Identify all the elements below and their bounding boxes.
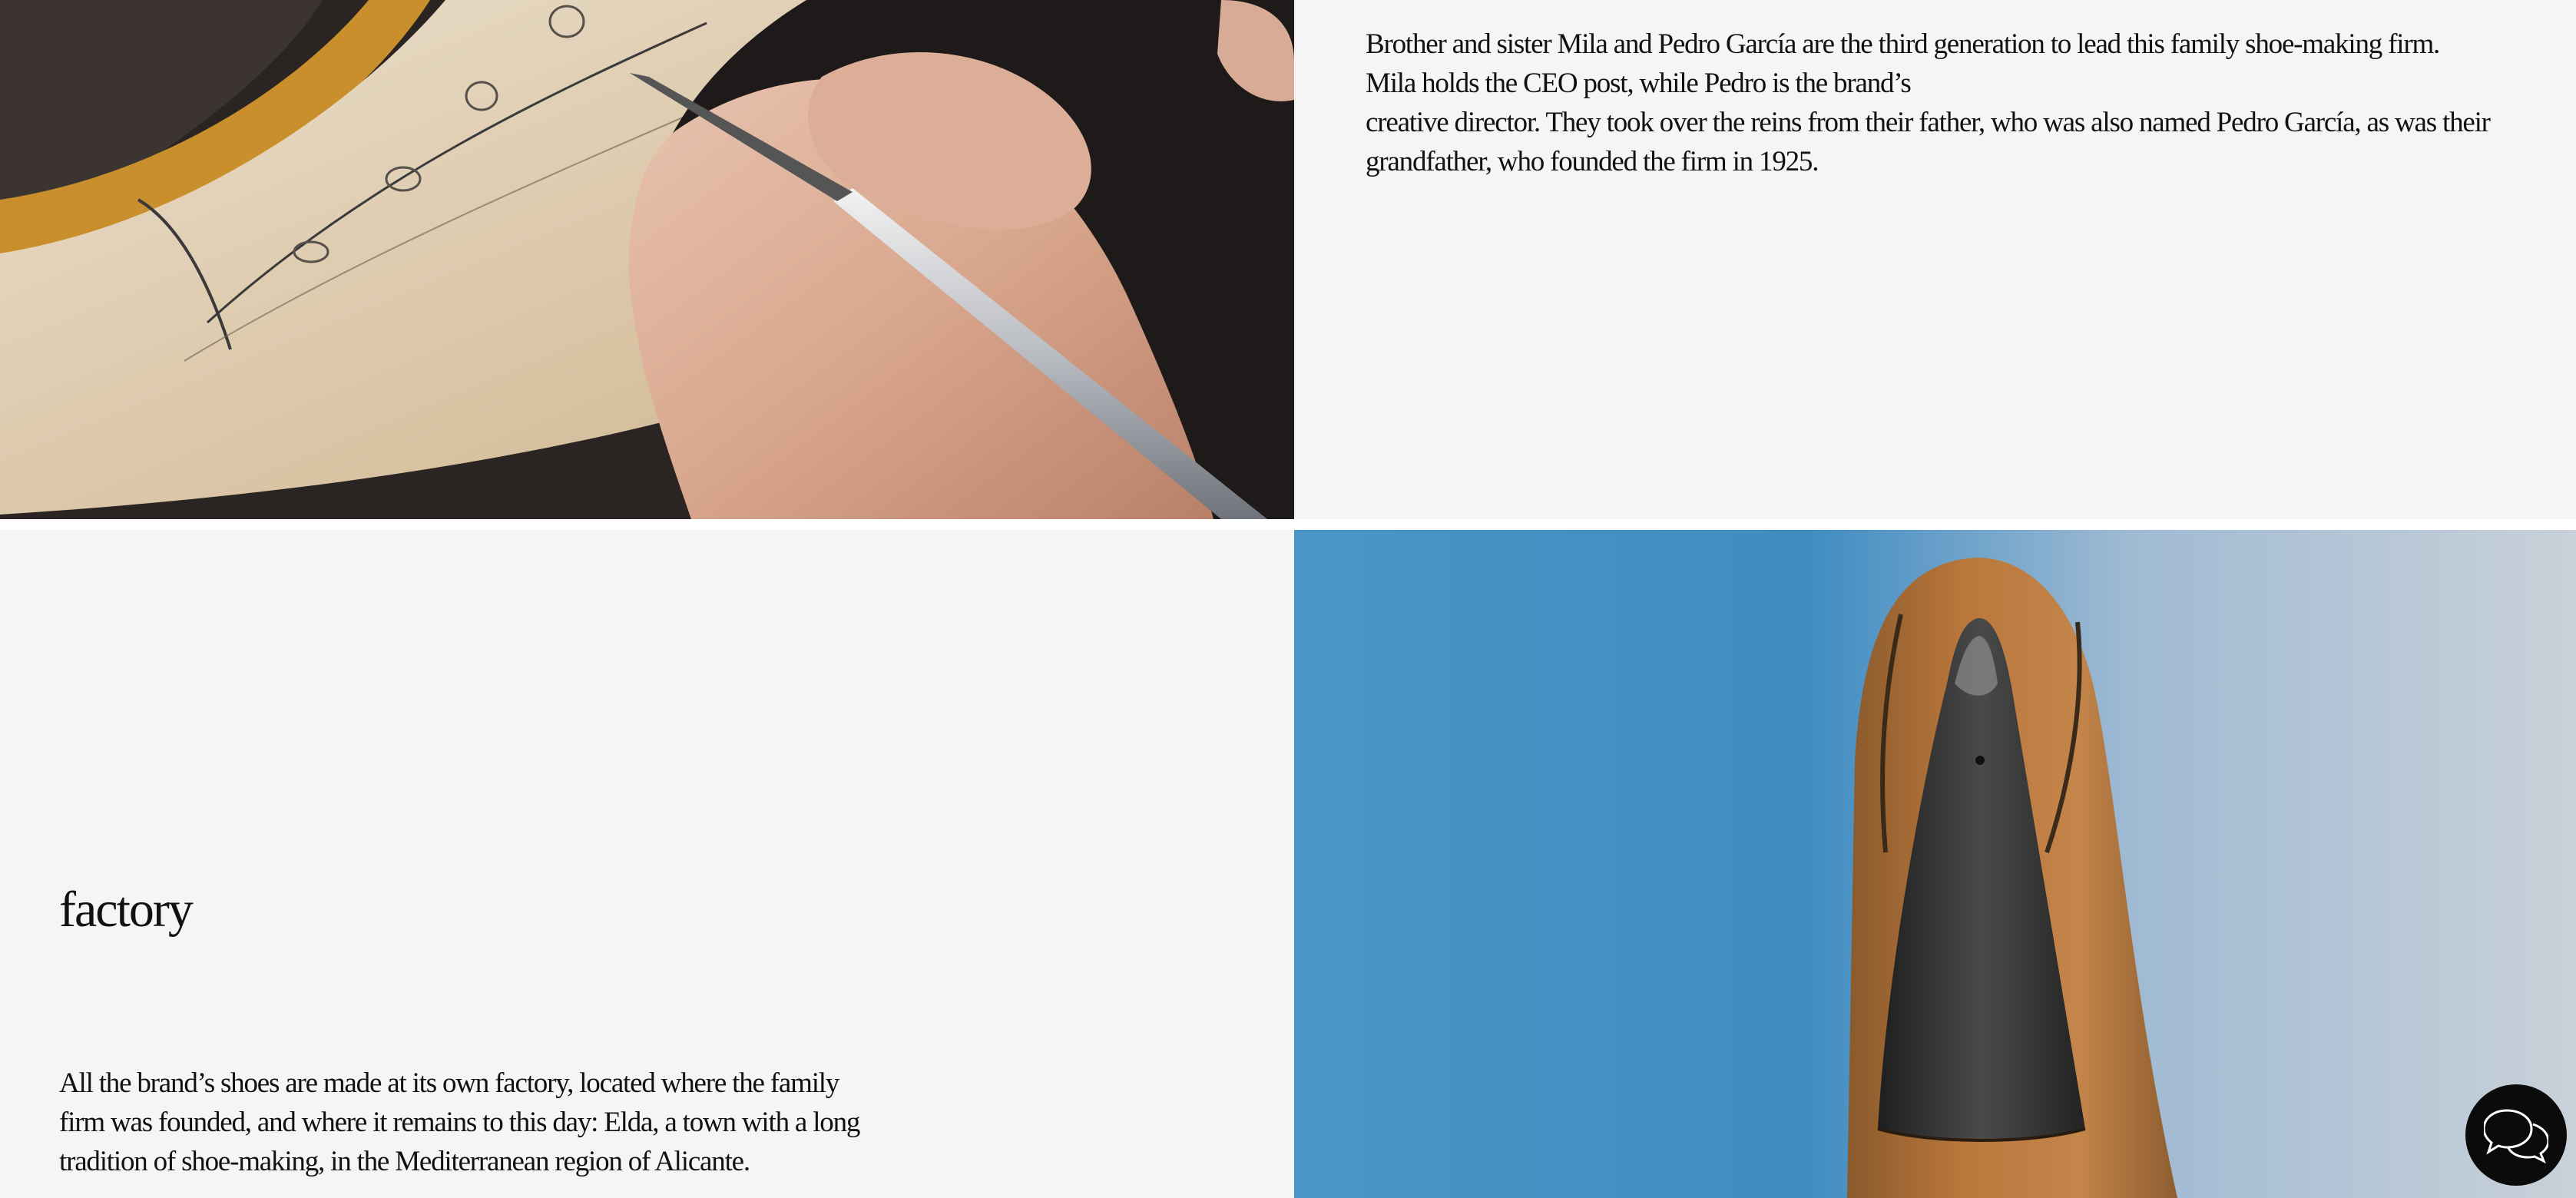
intro-paragraph: Brother and sister Mila and Pedro García… — [1366, 28, 2491, 177]
shoe-last-photo-illustration — [1294, 530, 2576, 1198]
chat-button[interactable] — [2465, 1084, 2567, 1186]
bottom-row: factory All the brand’s shoes are made a… — [0, 530, 2576, 1198]
chat-bubbles-icon — [2484, 1109, 2548, 1164]
intro-text-panel: Brother and sister Mila and Pedro García… — [1294, 0, 2576, 519]
shoe-last-photo — [1294, 530, 2576, 1198]
factory-heading: factory — [59, 882, 194, 938]
factory-paragraph: All the brand’s shoes are made at its ow… — [59, 1067, 860, 1177]
sketch-photo — [0, 0, 1294, 519]
top-row: Brother and sister Mila and Pedro García… — [0, 0, 2576, 519]
page: Brother and sister Mila and Pedro García… — [0, 0, 2576, 1198]
sketch-photo-illustration — [0, 0, 1294, 519]
factory-text-panel: factory All the brand’s shoes are made a… — [0, 530, 1294, 1198]
